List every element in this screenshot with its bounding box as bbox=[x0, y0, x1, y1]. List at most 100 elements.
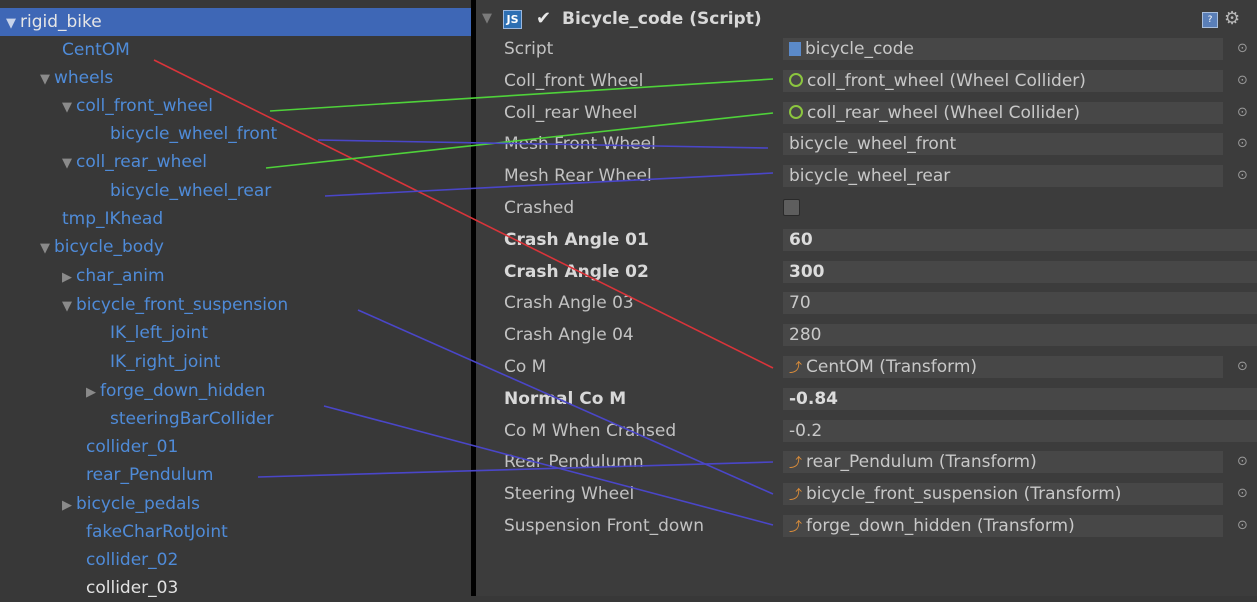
hierarchy-item-label: coll_front_wheel bbox=[76, 96, 213, 116]
transform-icon: ⤴ bbox=[789, 456, 803, 472]
collapse-arrow-icon[interactable]: ▶ bbox=[62, 498, 72, 513]
hierarchy-item-label: collider_01 bbox=[86, 437, 179, 457]
hierarchy-item[interactable]: ▼ wheels bbox=[40, 64, 113, 92]
hierarchy-item-label: tmp_IKhead bbox=[62, 209, 164, 229]
hierarchy-item[interactable]: ▼ bicycle_body bbox=[40, 233, 164, 261]
collapse-arrow-icon[interactable]: ▶ bbox=[86, 385, 96, 400]
hierarchy-item-label: steeringBarCollider bbox=[110, 409, 274, 429]
property-value: CentOM (Transform) bbox=[806, 357, 978, 377]
object-field[interactable]: ⤴ forge_down_hidden (Transform) bbox=[783, 515, 1223, 537]
hierarchy-item[interactable]: ▼ coll_rear_wheel bbox=[62, 148, 207, 176]
object-field[interactable]: ⤴ bicycle_front_suspension (Transform) bbox=[783, 483, 1223, 506]
property-row: Steering Wheel ⤴ bicycle_front_suspension … bbox=[476, 480, 1257, 508]
hierarchy-item[interactable]: collider_02 bbox=[86, 546, 178, 574]
hierarchy-item[interactable]: ▼ bicycle_front_suspension bbox=[62, 291, 288, 319]
object-picker-icon[interactable]: ⊙ bbox=[1237, 512, 1248, 540]
expand-arrow-icon[interactable]: ▼ bbox=[62, 299, 72, 314]
expand-arrow-icon[interactable]: ▼ bbox=[62, 100, 72, 115]
help-icon[interactable]: ? bbox=[1202, 12, 1218, 28]
hierarchy-item[interactable]: ▼ coll_front_wheel bbox=[62, 92, 213, 120]
hierarchy-item-label: IK_right_joint bbox=[110, 352, 221, 372]
fold-arrow-icon[interactable]: ▼ bbox=[482, 5, 492, 33]
property-row: Co M ⤴ CentOM (Transform) ⊙ bbox=[476, 353, 1257, 381]
property-value: 300 bbox=[789, 261, 825, 282]
number-field[interactable]: 300 bbox=[783, 260, 1257, 283]
expand-arrow-icon[interactable]: ▼ bbox=[40, 241, 50, 256]
hierarchy-item[interactable]: ▼ rigid_bike bbox=[0, 8, 472, 36]
number-field[interactable]: 60 bbox=[783, 228, 1257, 251]
hierarchy-item[interactable]: steeringBarCollider bbox=[110, 405, 273, 433]
hierarchy-item[interactable]: fakeCharRotJoint bbox=[86, 518, 228, 546]
object-picker-icon[interactable]: ⊙ bbox=[1237, 35, 1248, 63]
expand-arrow-icon[interactable]: ▼ bbox=[62, 156, 72, 171]
number-field[interactable]: -0.2 bbox=[783, 419, 1257, 442]
object-picker-icon[interactable]: ⊙ bbox=[1237, 162, 1248, 190]
number-field[interactable]: 70 bbox=[783, 292, 1257, 315]
property-label: Normal Co M bbox=[504, 388, 627, 409]
hierarchy-item[interactable]: rear_Pendulum bbox=[86, 461, 213, 489]
hierarchy-item[interactable]: collider_01 bbox=[86, 433, 178, 461]
component-header[interactable]: ▼ JS ✔ Bicycle_code (Script) ? ⚙ bbox=[476, 5, 1257, 33]
gear-icon[interactable]: ⚙ bbox=[1224, 5, 1240, 33]
component-enabled-checkbox[interactable]: ✔ bbox=[536, 5, 551, 33]
hierarchy-item[interactable]: ▶ bicycle_pedals bbox=[62, 490, 200, 518]
property-label: Suspension Front_down bbox=[504, 516, 704, 536]
number-field[interactable]: 280 bbox=[783, 324, 1257, 347]
property-label: Co M bbox=[504, 357, 547, 377]
property-label: Co M When Crahsed bbox=[504, 420, 677, 441]
transform-icon: ⤴ bbox=[789, 361, 803, 376]
expand-arrow-icon[interactable]: ▼ bbox=[40, 72, 50, 87]
hierarchy-item[interactable]: ▶ forge_down_hidden bbox=[86, 377, 266, 405]
hierarchy-item[interactable]: CentOM bbox=[62, 36, 130, 64]
hierarchy-item[interactable]: ▶ char_anim bbox=[62, 262, 165, 290]
object-picker-icon[interactable]: ⊙ bbox=[1237, 99, 1248, 127]
hierarchy-item-label: coll_rear_wheel bbox=[76, 152, 207, 172]
collider-icon bbox=[789, 104, 803, 119]
hierarchy-item[interactable]: IK_right_joint bbox=[110, 348, 220, 376]
object-field[interactable]: bicycle_wheel_rear bbox=[783, 165, 1223, 188]
hierarchy-item[interactable]: collider_03 bbox=[86, 574, 178, 602]
property-row: Crash Angle 03 70 bbox=[476, 289, 1257, 317]
crashed-checkbox[interactable] bbox=[783, 199, 800, 216]
object-field[interactable]: coll_front_wheel (Wheel Collider) bbox=[783, 69, 1223, 92]
hierarchy-item-label: collider_03 bbox=[86, 578, 179, 598]
object-picker-icon[interactable]: ⊙ bbox=[1237, 480, 1248, 508]
property-row: Mesh Rear Wheel bicycle_wheel_rear ⊙ bbox=[476, 162, 1257, 190]
property-label: Steering Wheel bbox=[504, 484, 635, 505]
property-value: forge_down_hidden (Transform) bbox=[806, 516, 1075, 536]
hierarchy-item-label: rigid_bike bbox=[20, 12, 102, 32]
object-picker-icon[interactable]: ⊙ bbox=[1237, 67, 1248, 95]
object-picker-icon[interactable]: ⊙ bbox=[1237, 130, 1248, 158]
object-field[interactable]: coll_rear_wheel (Wheel Collider) bbox=[783, 101, 1223, 124]
property-label: Crashed bbox=[504, 198, 575, 218]
collapse-arrow-icon[interactable]: ▶ bbox=[62, 270, 72, 285]
hierarchy-item[interactable]: bicycle_wheel_rear bbox=[110, 177, 271, 205]
transform-icon: ⤴ bbox=[789, 520, 803, 535]
property-value: coll_front_wheel (Wheel Collider) bbox=[807, 70, 1086, 91]
collider-icon bbox=[789, 72, 803, 87]
object-field[interactable]: ⤴ CentOM (Transform) bbox=[783, 356, 1223, 378]
hierarchy-item-label: CentOM bbox=[62, 40, 130, 60]
object-field[interactable]: bicycle_wheel_front bbox=[783, 133, 1223, 156]
object-field[interactable]: ⤴ rear_Pendulum (Transform) bbox=[783, 451, 1223, 474]
hierarchy-item-label: IK_left_joint bbox=[110, 323, 208, 343]
property-value: rear_Pendulum (Transform) bbox=[806, 452, 1037, 473]
property-value: bicycle_code bbox=[805, 39, 914, 59]
hierarchy-item[interactable]: tmp_IKhead bbox=[62, 205, 163, 233]
object-field[interactable]: bicycle_code bbox=[783, 38, 1223, 60]
property-row: Mesh Front Wheel bicycle_wheel_front ⊙ bbox=[476, 130, 1257, 158]
property-row: Crash Angle 02 300 bbox=[476, 258, 1257, 286]
hierarchy-item[interactable]: bicycle_wheel_front bbox=[110, 120, 277, 148]
expand-arrow-icon[interactable]: ▼ bbox=[6, 16, 16, 31]
property-label: Script bbox=[504, 39, 554, 59]
object-picker-icon[interactable]: ⊙ bbox=[1237, 448, 1248, 476]
hierarchy-item[interactable]: IK_left_joint bbox=[110, 319, 208, 347]
property-label: Crash Angle 02 bbox=[504, 261, 649, 282]
object-picker-icon[interactable]: ⊙ bbox=[1237, 353, 1248, 381]
property-label: Coll_front Wheel bbox=[504, 70, 644, 91]
property-value: bicycle_wheel_rear bbox=[789, 166, 951, 187]
property-label: Rear Pendulumn bbox=[504, 452, 644, 473]
property-row: Coll_rear Wheel coll_rear_wheel (Wheel Co… bbox=[476, 99, 1257, 127]
property-label: Crash Angle 01 bbox=[504, 229, 649, 250]
number-field[interactable]: -0.84 bbox=[783, 387, 1257, 410]
